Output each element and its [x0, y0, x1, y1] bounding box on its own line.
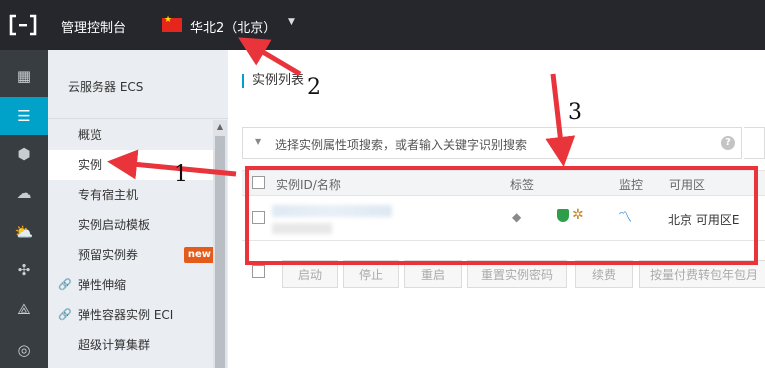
search-button[interactable]	[744, 127, 765, 159]
page-title: 实例列表	[242, 74, 304, 88]
cluster-icon[interactable]: ⬢	[0, 135, 48, 173]
help-icon[interactable]: ?	[721, 136, 735, 150]
nav-item-reserved-instances[interactable]: 预留实例券 new	[48, 240, 215, 270]
share-icon[interactable]: ⟁	[0, 290, 48, 328]
annotation-number-2: 2	[307, 75, 321, 100]
china-flag-icon	[162, 15, 182, 32]
nav-item-hpc-cluster[interactable]: 超级计算集群	[48, 330, 213, 360]
nav-item-overview[interactable]: 概览	[48, 120, 213, 150]
top-bar: 管理控制台 华北2（北京） ▼	[0, 0, 765, 50]
link-icon: 🔗	[58, 278, 72, 291]
nav-item-label: 弹性容器实例 ECI	[78, 308, 174, 322]
chevron-down-icon[interactable]: ▼	[288, 17, 295, 27]
cloud-icon[interactable]: ☁	[0, 174, 48, 212]
annotation-number-3: 3	[568, 100, 582, 125]
apps-grid-icon[interactable]: ▦	[0, 57, 48, 95]
list-icon[interactable]: ☰	[0, 97, 48, 135]
nav-item-dedicated-hosts[interactable]: 专有宿主机	[48, 180, 213, 210]
nav-item-label: 专有宿主机	[78, 188, 139, 202]
nav-item-label: 超级计算集群	[78, 338, 151, 352]
nav-item-instances[interactable]: 实例	[48, 150, 213, 180]
console-title[interactable]: 管理控制台	[61, 17, 126, 36]
divider	[48, 118, 228, 119]
nav-item-label: 概览	[78, 128, 103, 142]
caret-down-icon[interactable]: ▼	[255, 137, 261, 146]
product-title: 云服务器 ECS	[68, 80, 144, 94]
region-selector[interactable]: 华北2（北京）	[190, 17, 276, 36]
aliyun-logo-icon[interactable]	[8, 14, 38, 36]
annotation-number-1: 1	[174, 162, 188, 187]
nav-item-launch-templates[interactable]: 实例启动模板	[48, 210, 213, 240]
nav-item-auto-scaling[interactable]: 🔗 弹性伸缩	[48, 270, 213, 300]
cloud-upload-icon[interactable]: ⛅	[0, 213, 48, 251]
network-icon[interactable]: ✣	[0, 251, 48, 289]
highlight-box	[245, 166, 758, 265]
sub-navigation: 云服务器 ECS 概览 实例 专有宿主机 实例启动模板 预留实例券 new 🔗 弹性…	[48, 50, 228, 368]
batch-select-checkbox[interactable]	[252, 265, 265, 278]
link-icon: 🔗	[58, 308, 72, 321]
icon-rail: ▦ ☰ ⬢ ☁ ⛅ ✣ ⟁ ◎	[0, 50, 48, 368]
new-badge: new	[183, 247, 215, 263]
search-bar[interactable]: ▼ 选择实例属性项搜索，或者输入关键字识别搜索 ?	[242, 127, 742, 159]
nav-item-label: 实例启动模板	[78, 218, 151, 232]
scroll-up-arrow-icon[interactable]: ▲	[213, 120, 227, 134]
nav-item-label: 弹性伸缩	[78, 278, 127, 292]
nav-item-eci[interactable]: 🔗 弹性容器实例 ECI	[48, 300, 213, 330]
nav-item-label: 实例	[78, 158, 103, 172]
globe-icon[interactable]: ◎	[0, 331, 48, 368]
scrollbar-thumb[interactable]	[215, 136, 225, 368]
nav-item-label: 预留实例券	[78, 248, 139, 262]
search-input[interactable]: 选择实例属性项搜索，或者输入关键字识别搜索	[275, 136, 527, 153]
